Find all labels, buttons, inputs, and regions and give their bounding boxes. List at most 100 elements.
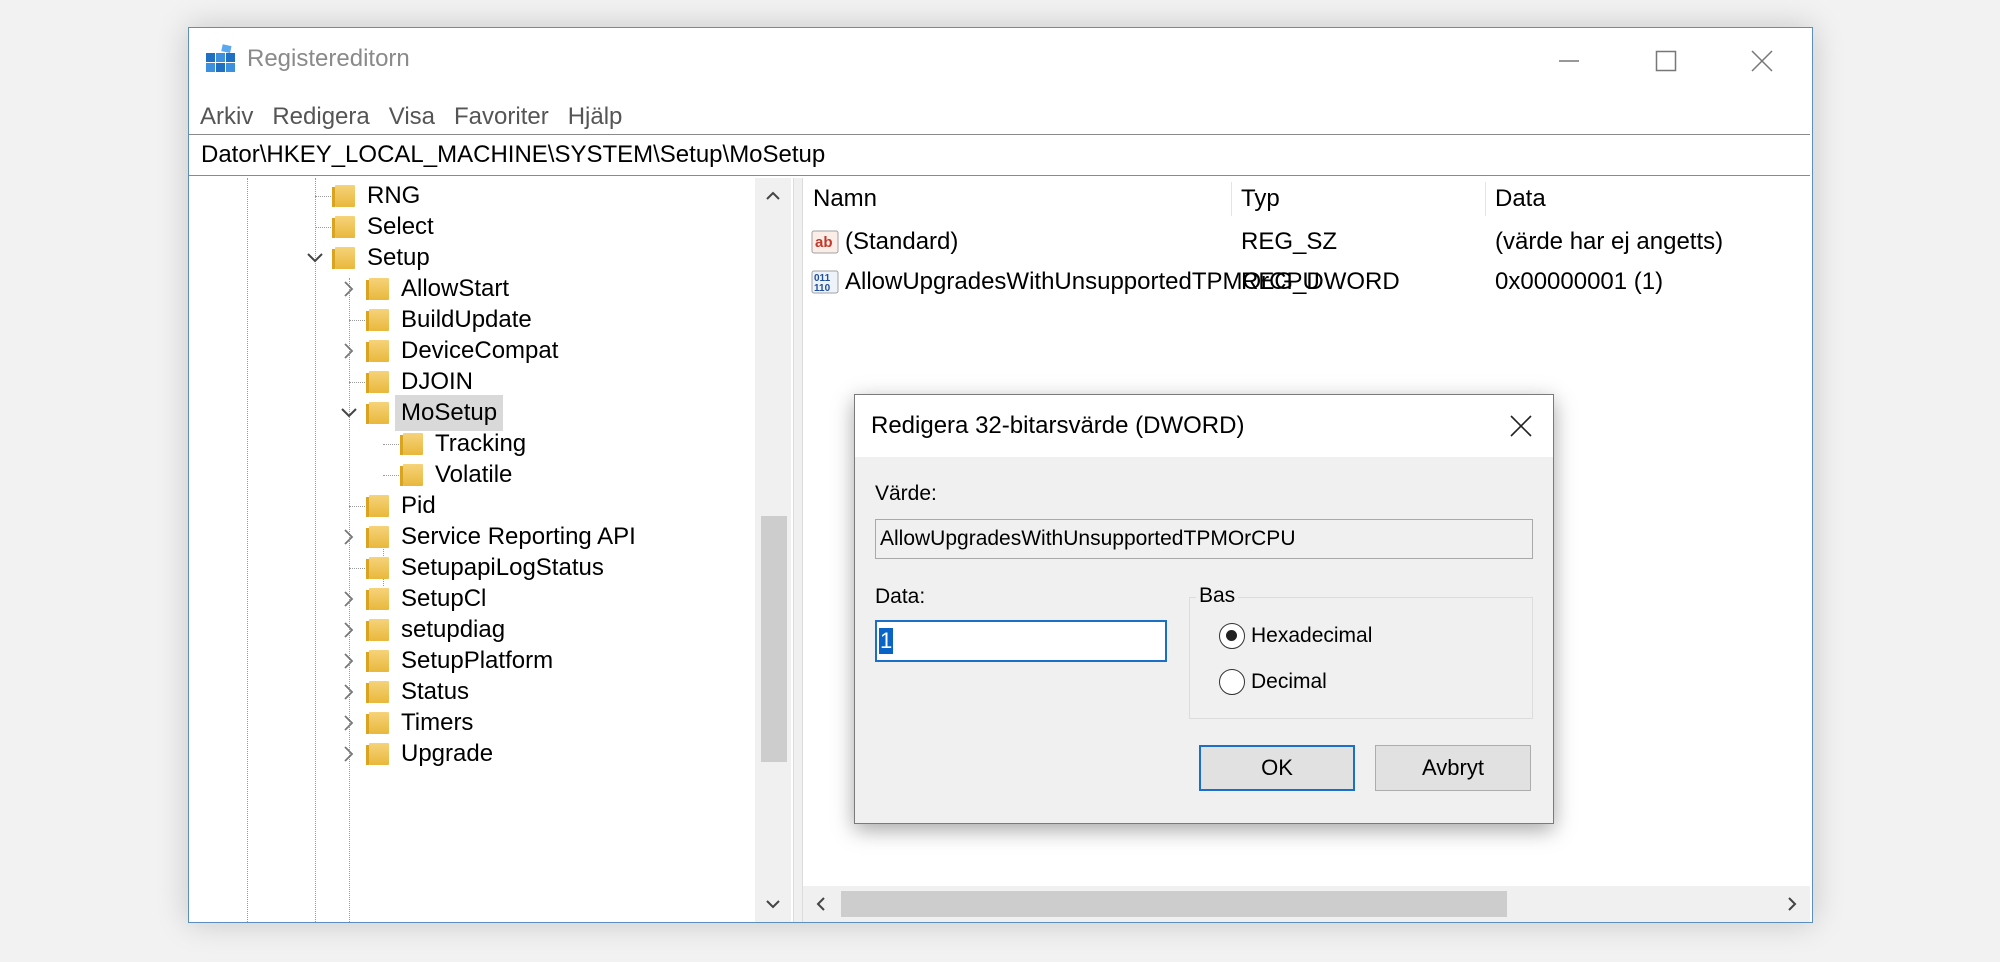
dialog-close-button[interactable] — [1489, 395, 1553, 457]
list-horizontal-scrollbar[interactable] — [803, 886, 1810, 922]
folder-icon — [366, 402, 389, 424]
chevron-right-icon — [344, 281, 354, 297]
tree-guide-line — [349, 568, 365, 569]
menu-favoriter[interactable]: Favoriter — [454, 103, 549, 131]
cancel-button[interactable]: Avbryt — [1375, 745, 1531, 791]
window-title: Registereditorn — [247, 45, 410, 72]
folder-icon — [332, 216, 355, 238]
folder-icon — [366, 619, 389, 641]
tree-expander[interactable] — [337, 277, 361, 301]
list-item[interactable]: 011 110 AllowUpgradesWithUnsupportedTPMO… — [803, 262, 1810, 302]
tree-guide-line — [349, 506, 365, 507]
folder-icon — [366, 650, 389, 672]
menu-visa[interactable]: Visa — [389, 103, 435, 131]
folder-icon — [366, 309, 389, 331]
radio-label: Decimal — [1251, 670, 1327, 693]
chevron-right-icon — [344, 343, 354, 359]
radio-label: Hexadecimal — [1251, 624, 1373, 647]
minimize-button[interactable] — [1519, 28, 1619, 94]
ok-button[interactable]: OK — [1199, 745, 1355, 791]
base-group-label: Bas — [1196, 584, 1239, 608]
chevron-right-icon — [344, 591, 354, 607]
tree-item-label: Upgrade — [401, 740, 494, 767]
chevron-down-icon — [341, 408, 357, 418]
tree-guide-line — [349, 382, 365, 383]
value-data: (värde har ej angetts) — [1495, 228, 1724, 255]
dialog-title-bar[interactable]: Redigera 32-bitarsvärde (DWORD) — [855, 395, 1553, 457]
radio-unchecked-icon — [1219, 669, 1245, 695]
value-type: REG_DWORD — [1241, 268, 1400, 295]
tree-guide-line — [315, 196, 331, 197]
folder-icon — [332, 185, 355, 207]
tree-expander[interactable] — [337, 587, 361, 611]
scrollbar-thumb[interactable] — [841, 891, 1507, 917]
menu-hjalp[interactable]: Hjälp — [568, 103, 623, 131]
radio-decimal[interactable]: Decimal — [1219, 669, 1327, 695]
folder-icon — [366, 743, 389, 765]
folder-icon — [332, 247, 355, 269]
scroll-left-button[interactable] — [803, 886, 839, 922]
pane-splitter[interactable] — [793, 178, 803, 922]
folder-icon — [366, 495, 389, 517]
binary-value-icon: 011 110 — [811, 270, 839, 294]
tree-expander[interactable] — [337, 525, 361, 549]
tree-item-label: Volatile — [435, 461, 513, 488]
tree-guide-line — [349, 320, 365, 321]
tree-expander[interactable] — [337, 742, 361, 766]
tree-guide-line — [383, 475, 399, 476]
value-name-field: AllowUpgradesWithUnsupportedTPMOrCPU — [875, 519, 1533, 559]
chevron-down-icon — [307, 253, 323, 263]
close-icon — [1751, 50, 1773, 72]
close-icon — [1510, 415, 1532, 437]
maximize-button[interactable] — [1616, 28, 1716, 94]
chevron-right-icon — [1788, 897, 1797, 911]
chevron-right-icon — [344, 622, 354, 638]
value-data-input[interactable]: 1 — [875, 620, 1167, 662]
tree-expander[interactable] — [337, 618, 361, 642]
value-name-cell: ab (Standard) — [811, 222, 958, 262]
scroll-right-button[interactable] — [1774, 886, 1810, 922]
column-header-name[interactable]: Namn — [803, 178, 1231, 220]
column-header-type[interactable]: Typ — [1231, 178, 1485, 220]
value-type: REG_SZ — [1241, 228, 1338, 255]
menu-arkiv[interactable]: Arkiv — [200, 103, 253, 131]
tree-expander[interactable] — [337, 711, 361, 735]
column-header-data[interactable]: Data — [1485, 178, 1810, 220]
tree-guide-line — [315, 178, 316, 922]
folder-icon — [366, 557, 389, 579]
list-item[interactable]: ab (Standard) REG_SZ (värde har ej anget… — [803, 222, 1810, 262]
chevron-right-icon — [344, 746, 354, 762]
data-label: Data: — [875, 585, 926, 608]
base-group — [1189, 597, 1533, 719]
chevron-right-icon — [344, 529, 354, 545]
scroll-down-button[interactable] — [755, 886, 791, 922]
chevron-right-icon — [344, 653, 354, 669]
chevron-up-icon — [766, 191, 780, 200]
address-bar[interactable]: Dator\HKEY_LOCAL_MACHINE\SYSTEM\Setup\Mo… — [189, 134, 1810, 176]
radio-hexadecimal[interactable]: Hexadecimal — [1219, 623, 1372, 649]
tree-expander[interactable] — [337, 649, 361, 673]
svg-text:ab: ab — [815, 234, 833, 251]
svg-text:110: 110 — [814, 283, 831, 294]
scrollbar-thumb[interactable] — [761, 516, 787, 762]
value-name: (Standard) — [845, 228, 959, 255]
list-header: Namn Typ Data — [803, 178, 1810, 220]
chevron-down-icon — [766, 900, 780, 909]
dialog-title: Redigera 32-bitarsvärde (DWORD) — [871, 412, 1245, 439]
chevron-right-icon — [344, 684, 354, 700]
tree-vertical-scrollbar[interactable] — [755, 178, 791, 922]
tree-expander[interactable] — [337, 401, 361, 425]
tree-guide-line — [383, 444, 399, 445]
tree-expander[interactable] — [337, 680, 361, 704]
close-window-button[interactable] — [1712, 28, 1812, 94]
folder-icon — [366, 526, 389, 548]
menu-redigera[interactable]: Redigera — [272, 103, 369, 131]
title-bar[interactable]: Registereditorn — [189, 28, 1812, 96]
folder-icon — [366, 681, 389, 703]
tree-item[interactable]: Upgrade — [366, 734, 499, 774]
tree-expander[interactable] — [337, 339, 361, 363]
chevron-right-icon — [344, 715, 354, 731]
scroll-up-button[interactable] — [755, 178, 791, 214]
tree-expander[interactable] — [303, 246, 327, 270]
value-data: 0x00000001 (1) — [1495, 268, 1664, 295]
